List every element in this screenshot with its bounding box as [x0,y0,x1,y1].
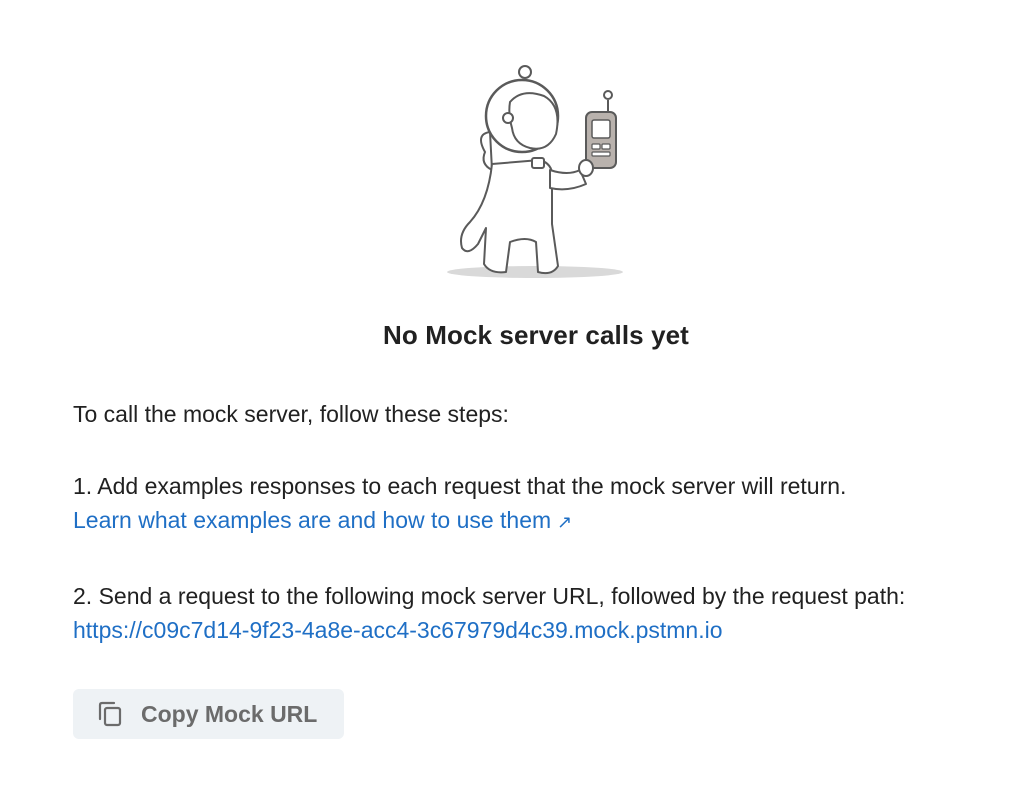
step-2: 2. Send a request to the following mock … [73,579,1013,647]
learn-examples-link-label: Learn what examples are and how to use t… [73,507,552,533]
empty-state-title: No Mock server calls yet [383,320,689,350]
mock-server-url-link[interactable]: https://c09c7d14-9f23-4a8e-acc4-3c67979d… [73,613,723,647]
instructions-intro: To call the mock server, follow these st… [73,401,509,427]
copy-icon [98,701,122,727]
step-1-text: 1. Add examples responses to each reques… [73,473,847,499]
astronaut-illustration [447,65,623,278]
copy-mock-url-button[interactable]: Copy Mock URL [73,689,344,739]
mock-server-empty-state: No Mock server calls yet To call the moc… [0,0,1018,798]
step-1: 1. Add examples responses to each reques… [73,469,1013,539]
external-link-arrow-icon: ↗ [557,512,573,532]
instructions: To call the mock server, follow these st… [73,397,1013,647]
copy-mock-url-label: Copy Mock URL [141,700,318,727]
learn-examples-link[interactable]: Learn what examples are and how to use t… [73,503,572,539]
step-2-text: 2. Send a request to the following mock … [73,583,906,609]
